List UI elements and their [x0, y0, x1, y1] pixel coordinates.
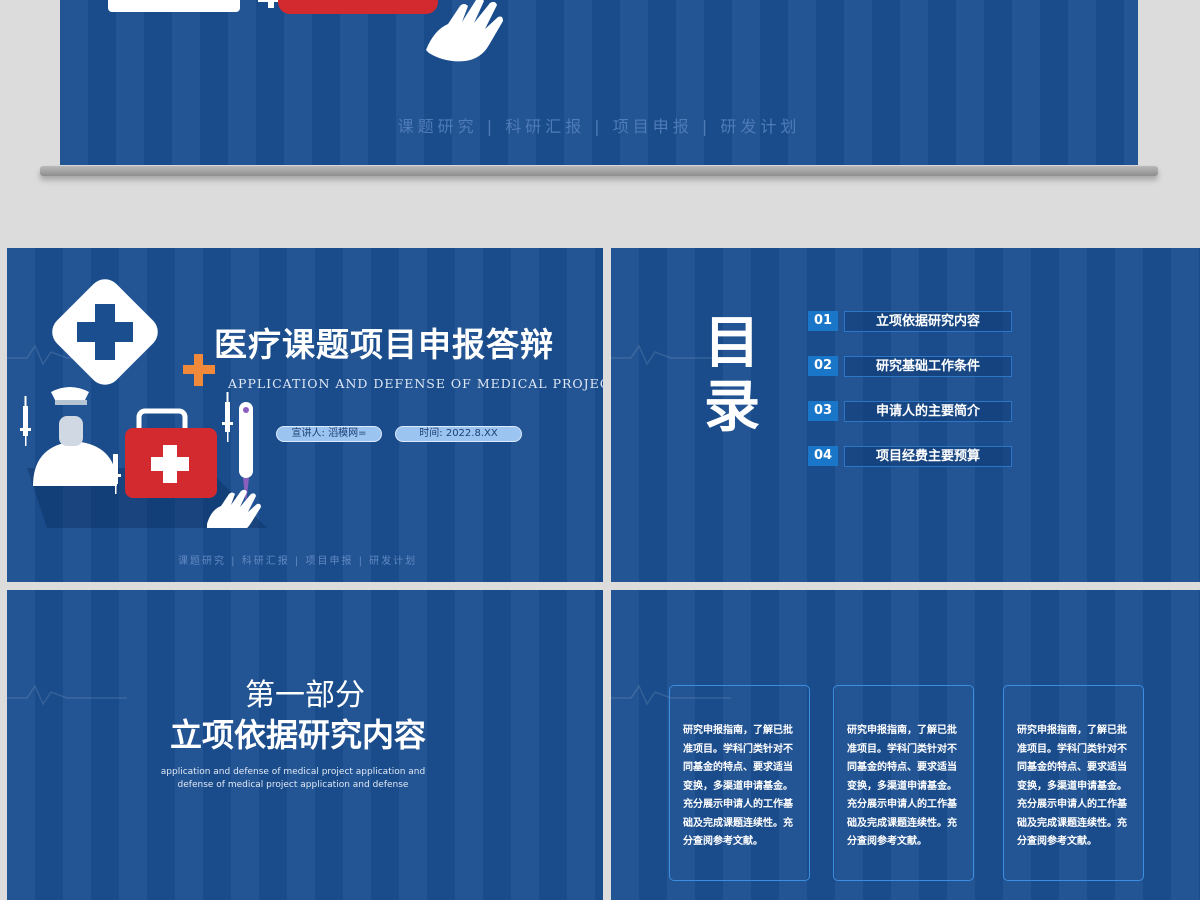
thermometer-icon — [239, 402, 253, 504]
first-aid-kit-icon — [278, 0, 438, 14]
time-pill: 时间: 2022.8.XX — [395, 426, 522, 442]
toc-item-label: 申请人的主要简介 — [844, 401, 1012, 422]
cross-badge-icon — [52, 279, 158, 385]
toc-heading-line1: 目 — [704, 311, 760, 376]
speaker-pill: 宣讲人: 滔模网= — [276, 426, 382, 442]
english-subtitle: APPLICATION AND DEFENSE OF MEDICAL PROJE… — [228, 376, 603, 391]
content-card-text: 研究申报指南，了解已批准项目。学科门类针对不同基金的特点、要求适当变换，多渠道申… — [683, 725, 793, 847]
toc-item-number: 02 — [808, 356, 838, 376]
slide-shelf — [40, 166, 1158, 176]
nurse-icon — [33, 387, 117, 486]
toc-item-label: 研究基础工作条件 — [844, 356, 1012, 377]
top-slide-illustration — [108, 0, 503, 62]
content-card: 研究申报指南，了解已批准项目。学科门类针对不同基金的特点、要求适当变换，多渠道申… — [833, 685, 974, 881]
content-card: 研究申报指南，了解已批准项目。学科门类针对不同基金的特点、要求适当变换，多渠道申… — [1003, 685, 1144, 881]
section-slide-thumbnail[interactable]: 第一部分 立项依据研究内容 application and defense of… — [7, 590, 603, 900]
top-slide-thumbnail[interactable]: 课题研究 | 科研汇报 | 项目申报 | 研发计划 — [60, 0, 1138, 165]
toc-slide-thumbnail[interactable]: 目 录 01 立项依据研究内容 02 研究基础工作条件 03 申请人的主要简介 … — [611, 248, 1200, 582]
main-title: 医疗课题项目申报答辩 — [214, 325, 554, 364]
section-part-label: 第一部分 — [245, 678, 365, 713]
toc-item-label: 项目经费主要预算 — [844, 446, 1012, 467]
section-english-text: application and defense of medical proje… — [160, 767, 426, 790]
first-aid-kit-icon — [125, 408, 217, 498]
glove-icon — [426, 0, 503, 62]
toc-item-number: 03 — [808, 401, 838, 421]
section-title: 立项依据研究内容 — [169, 716, 426, 754]
toc-item-number: 04 — [808, 446, 838, 466]
content-card-text: 研究申报指南，了解已批准项目。学科门类针对不同基金的特点、要求适当变换，多渠道申… — [1017, 725, 1127, 847]
toc-item-number: 01 — [808, 311, 838, 331]
top-slide-tagline: 课题研究 | 科研汇报 | 项目申报 | 研发计划 — [397, 117, 801, 136]
plus-icon — [183, 354, 215, 386]
content-card: 研究申报指南，了解已批准项目。学科门类针对不同基金的特点、要求适当变换，多渠道申… — [669, 685, 810, 881]
cross-badge-icon — [108, 0, 240, 12]
toc-heading: 目 录 — [697, 312, 767, 440]
content-slide-thumbnail[interactable]: 研究申报指南，了解已批准项目。学科门类针对不同基金的特点、要求适当变换，多渠道申… — [611, 590, 1200, 900]
title-slide-thumbnail[interactable]: 医疗课题项目申报答辩 APPLICATION AND DEFENSE OF ME… — [7, 248, 603, 582]
toc-item-label: 立项依据研究内容 — [844, 311, 1012, 332]
toc-heading-line2: 录 — [704, 375, 760, 440]
content-card-text: 研究申报指南，了解已批准项目。学科门类针对不同基金的特点、要求适当变换，多渠道申… — [847, 725, 957, 847]
medical-illustration — [20, 279, 267, 528]
title-slide-tagline: 课题研究 | 科研汇报 | 项目申报 | 研发计划 — [178, 556, 418, 567]
